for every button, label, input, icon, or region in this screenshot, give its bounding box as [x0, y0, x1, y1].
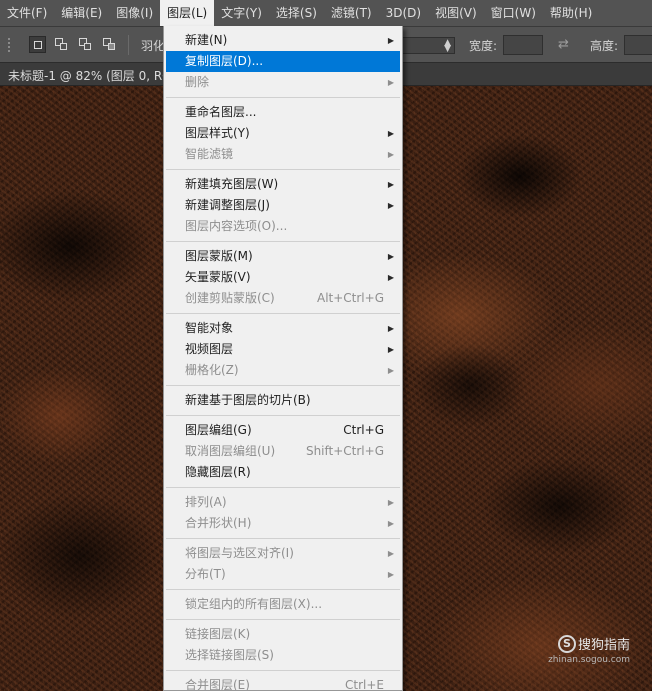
submenu-arrow-icon: ▶ — [387, 36, 394, 45]
submenu-arrow-icon: ▶ — [387, 180, 394, 189]
menu-item-combine-shapes: 合并形状(H) ▶ — [164, 513, 402, 534]
menu-item-vector-mask[interactable]: 矢量蒙版(V) ▶ — [164, 267, 402, 288]
submenu-arrow-icon: ▶ — [387, 273, 394, 282]
menu-separator — [166, 619, 400, 620]
watermark: S 搜狗指南 zhinan.sogou.com — [548, 634, 630, 665]
menu-item-select-linked-layers: 选择链接图层(S) — [185, 648, 274, 662]
submenu-arrow-icon: ▶ — [387, 78, 394, 87]
menu-type[interactable]: 文字(Y) — [214, 0, 269, 26]
menu-item-rasterize: 栅格化(Z) ▶ — [164, 360, 402, 381]
menu-item-create-clipping-mask: 创建剪贴蒙版(C) Alt+Ctrl+G — [164, 288, 402, 309]
menu-separator — [166, 589, 400, 590]
submenu-arrow-icon: ▶ — [387, 570, 394, 579]
menu-item-align-layers-to-selection: 将图层与选区对齐(I) ▶ — [164, 543, 402, 564]
width-label: 宽度: — [469, 39, 498, 53]
menu-shortcut: Shift+Ctrl+G — [305, 444, 384, 458]
menu-separator — [166, 538, 400, 539]
menu-help[interactable]: 帮助(H) — [543, 0, 599, 26]
menu-item-layer-mask[interactable]: 图层蒙版(M) ▶ — [164, 246, 402, 267]
menu-image[interactable]: 图像(I) — [109, 0, 160, 26]
grip-handle-icon[interactable] — [8, 38, 16, 52]
menu-bar: 文件(F) 编辑(E) 图像(I) 图层(L) 文字(Y) 选择(S) 滤镜(T… — [0, 0, 652, 27]
menu-item-duplicate-layer[interactable]: 复制图层(D)... — [166, 51, 400, 72]
submenu-arrow-icon: ▶ — [387, 549, 394, 558]
menu-file[interactable]: 文件(F) — [0, 0, 54, 26]
menu-separator — [166, 487, 400, 488]
menu-separator — [166, 385, 400, 386]
menu-view[interactable]: 视图(V) — [428, 0, 484, 26]
intersect-selection-icon[interactable] — [101, 36, 118, 53]
menu-item-new-adjustment-layer[interactable]: 新建调整图层(J) ▶ — [164, 195, 402, 216]
menu-item-link-layers: 链接图层(K) — [185, 627, 251, 641]
menu-item-video-layers[interactable]: 视频图层 ▶ — [164, 339, 402, 360]
menu-item-rename-layer[interactable]: 重命名图层... — [164, 102, 402, 123]
menu-item-new-fill-layer[interactable]: 新建填充图层(W) ▶ — [164, 174, 402, 195]
subtract-from-selection-icon[interactable] — [77, 36, 94, 53]
menu-item-layer-content-options: 图层内容选项(O)... — [185, 219, 288, 233]
submenu-arrow-icon: ▶ — [387, 129, 394, 138]
menu-filter[interactable]: 滤镜(T) — [324, 0, 379, 26]
menu-separator — [166, 670, 400, 671]
watermark-brand: 搜狗指南 — [577, 638, 630, 653]
submenu-arrow-icon: ▶ — [387, 252, 394, 261]
toolbar-divider — [128, 35, 129, 55]
select-arrows-icon: ▲ ▼ — [444, 38, 451, 54]
submenu-arrow-icon: ▶ — [387, 498, 394, 507]
height-field[interactable] — [624, 35, 652, 55]
new-selection-icon[interactable] — [29, 36, 46, 53]
submenu-arrow-icon: ▶ — [387, 345, 394, 354]
submenu-arrow-icon: ▶ — [387, 324, 394, 333]
submenu-arrow-icon: ▶ — [387, 150, 394, 159]
swap-icon[interactable]: ⇄ — [558, 37, 569, 52]
menu-item-smart-filter: 智能滤镜 ▶ — [164, 144, 402, 165]
menu-layer[interactable]: 图层(L) — [160, 0, 215, 26]
menu-item-ungroup-layers: 取消图层编组(U) Shift+Ctrl+G — [164, 441, 402, 462]
menu-item-new-layer-based-slice[interactable]: 新建基于图层的切片(B) — [164, 390, 402, 411]
menu-edit[interactable]: 编辑(E) — [54, 0, 109, 26]
menu-window[interactable]: 窗口(W) — [484, 0, 543, 26]
menu-select[interactable]: 选择(S) — [269, 0, 324, 26]
sogou-logo-icon: S — [557, 634, 576, 653]
menu-item-group-layers[interactable]: 图层编组(G) Ctrl+G — [164, 420, 402, 441]
feather-label: 羽化 — [141, 39, 166, 53]
submenu-arrow-icon: ▶ — [387, 519, 394, 528]
menu-item-delete: 删除 ▶ — [164, 72, 402, 93]
menu-item-smart-object[interactable]: 智能对象 ▶ — [164, 318, 402, 339]
style-select[interactable]: ▲ ▼ — [401, 37, 455, 54]
menu-separator — [166, 241, 400, 242]
height-label: 高度: — [590, 39, 619, 53]
width-field[interactable] — [503, 35, 543, 55]
menu-separator — [166, 415, 400, 416]
add-to-selection-icon[interactable] — [53, 36, 70, 53]
menu-separator — [166, 313, 400, 314]
submenu-arrow-icon: ▶ — [387, 201, 394, 210]
menu-item-new[interactable]: 新建(N) ▶ — [164, 30, 402, 51]
menu-item-distribute: 分布(T) ▶ — [164, 564, 402, 585]
menu-item-lock-all-layers-in-group: 锁定组内的所有图层(X)... — [185, 597, 323, 611]
menu-shortcut: Alt+Ctrl+G — [316, 291, 384, 305]
menu-item-merge-layers: 合并图层(E) Ctrl+E — [164, 675, 402, 691]
menu-3d[interactable]: 3D(D) — [379, 0, 428, 26]
menu-shortcut: Ctrl+E — [345, 678, 384, 691]
layer-menu-dropdown: 新建(N) ▶ 复制图层(D)... 删除 ▶ 重命名图层... 图层样式(Y) ▶ … — [163, 26, 403, 691]
menu-separator — [166, 169, 400, 170]
submenu-arrow-icon: ▶ — [387, 366, 394, 375]
menu-shortcut: Ctrl+G — [343, 423, 384, 437]
menu-separator — [166, 97, 400, 98]
menu-item-arrange: 排列(A) ▶ — [164, 492, 402, 513]
watermark-url: zhinan.sogou.com — [548, 655, 630, 665]
menu-item-layer-style[interactable]: 图层样式(Y) ▶ — [164, 123, 402, 144]
menu-item-hide-layers[interactable]: 隐藏图层(R) — [164, 462, 402, 483]
